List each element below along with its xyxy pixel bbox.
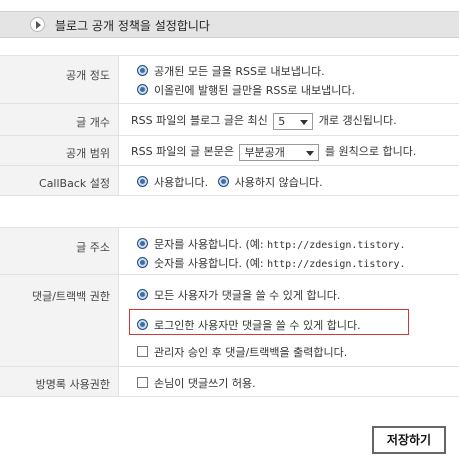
radio-icon[interactable] <box>137 257 148 268</box>
setting-row-range: 공개 범위 RSS 파일의 글 본문은 부분공개 를 원칙으로 합니다. <box>0 136 459 166</box>
radio-option-callback-use[interactable]: 사용합니다. <box>137 176 208 189</box>
page-title: 블로그 공개 정책을 설정합니다 <box>55 19 210 33</box>
radio-option-eolin-rss[interactable]: 이올린에 발행된 글만을 RSS로 내보냅니다. <box>137 82 355 98</box>
setting-row-count: 글 개수 RSS 파일의 블로그 글은 최신 5 개로 갱신됩니다. <box>0 104 459 136</box>
radio-option-comment-all[interactable]: 모든 사용자가 댓글을 쓸 수 있게 합니다. <box>137 287 340 303</box>
setting-row-address: 글 주소 문자를 사용합니다. (예: http://zdesign.tisto… <box>0 228 459 275</box>
setting-label: 공개 정도 <box>0 56 118 103</box>
chevron-down-icon <box>306 150 315 156</box>
callback-options: 사용합니다. 사용하지 않습니다. <box>137 174 323 190</box>
radio-icon[interactable] <box>217 176 229 187</box>
setting-value: 사용합니다. 사용하지 않습니다. <box>118 166 459 195</box>
setting-row-guestbook: 방명록 사용권한 손님이 댓글쓰기 허용. <box>0 367 459 397</box>
chevron-down-icon <box>300 119 309 125</box>
setting-value: 손님이 댓글쓰기 허용. <box>118 367 459 396</box>
setting-row-scope: 공개 정도 공개된 모든 글을 RSS로 내보냅니다. 이올린에 발행된 글만을… <box>0 56 459 104</box>
setting-label: CallBack 설정 <box>0 166 118 195</box>
setting-value: RSS 파일의 글 본문은 부분공개 를 원칙으로 합니다. <box>118 136 459 165</box>
checkbox-guest-comment[interactable]: 손님이 댓글쓰기 허용. <box>137 375 256 391</box>
checkbox-comment-approval[interactable]: 관리자 승인 후 댓글/트랙백을 출력합니다. <box>137 344 347 360</box>
checkbox-icon[interactable] <box>137 346 148 357</box>
setting-value: 문자를 사용합니다. (예: http://zdesign.tistory. 숫… <box>118 228 459 274</box>
setting-label: 글 개수 <box>0 104 118 135</box>
highlight-box <box>129 309 409 335</box>
setting-label: 방명록 사용권한 <box>0 367 118 396</box>
setting-value: RSS 파일의 블로그 글은 최신 5 개로 갱신됩니다. <box>118 104 459 135</box>
setting-label: 댓글/트랙백 권한 <box>0 275 118 366</box>
post-count-select[interactable]: 5 <box>273 112 314 130</box>
public-range-select[interactable]: 부분공개 <box>239 143 320 161</box>
checkbox-icon[interactable] <box>137 377 148 388</box>
radio-selected-icon[interactable] <box>137 176 148 187</box>
setting-label: 글 주소 <box>0 228 118 274</box>
radio-selected-icon[interactable] <box>137 238 148 249</box>
radio-icon[interactable] <box>137 289 148 300</box>
setting-value: 공개된 모든 글을 RSS로 내보냅니다. 이올린에 발행된 글만을 RSS로 … <box>118 56 459 103</box>
radio-option-callback-nouse[interactable]: 사용하지 않습니다. <box>217 176 323 189</box>
radio-selected-icon[interactable] <box>137 65 148 76</box>
radio-option-address-text[interactable]: 문자를 사용합니다. (예: http://zdesign.tistory. <box>137 236 406 252</box>
radio-option-address-number[interactable]: 숫자를 사용합니다. (예: http://zdesign.tistory. <box>137 255 406 271</box>
radio-icon[interactable] <box>137 84 148 95</box>
count-line: RSS 파일의 블로그 글은 최신 5 개로 갱신됩니다. <box>131 112 397 130</box>
setting-label: 공개 범위 <box>0 136 118 165</box>
section-header: 블로그 공개 정책을 설정합니다 <box>0 11 459 38</box>
arrow-right-icon <box>30 17 45 32</box>
radio-option-all-rss[interactable]: 공개된 모든 글을 RSS로 내보냅니다. <box>137 63 325 79</box>
save-button[interactable]: 저장하기 <box>372 426 446 454</box>
setting-row-callback: CallBack 설정 사용합니다. 사용하지 않습니다. <box>0 166 459 196</box>
range-line: RSS 파일의 글 본문은 부분공개 를 원칙으로 합니다. <box>131 143 417 161</box>
